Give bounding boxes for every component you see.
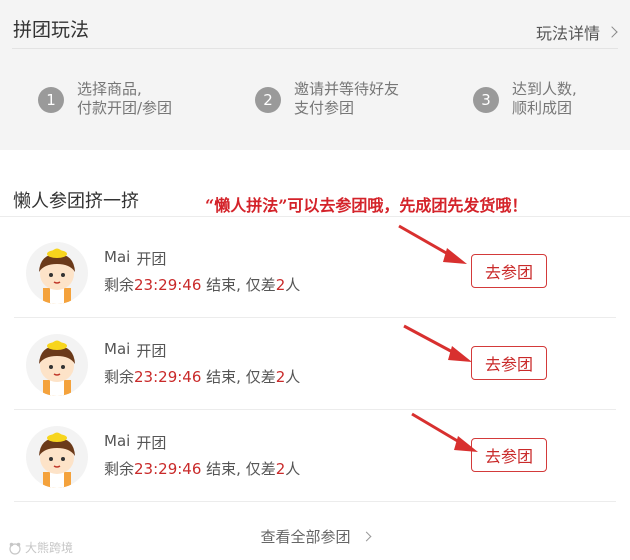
group-leader: Mai 开团 [104, 248, 166, 269]
rules-title: 拼团玩法 [13, 19, 90, 41]
chevron-right-icon [361, 531, 371, 542]
view-all-label: 查看全部参团 [260, 528, 351, 546]
watermark-text: 大熊跨境 [25, 541, 74, 555]
annotation-arrow-icon [403, 324, 472, 362]
join-group-button[interactable]: 去参团 [471, 346, 547, 380]
step-text-line1: 邀请并等待好友 [294, 80, 400, 98]
step-text-line1: 达到人数, [512, 80, 577, 98]
group-row: Mai 开团 剩余23:29:46 结束, 仅差2人 去参团 [0, 226, 630, 318]
status-suffix: 人 [285, 460, 301, 478]
status-middle: 结束, 仅差 [201, 276, 276, 294]
countdown-timer: 23:29:46 [134, 460, 202, 478]
cartoon-boy-avatar-icon [39, 340, 75, 396]
step-text-line1: 选择商品, [77, 80, 142, 98]
group-row: Mai 开团 剩余23:29:46 结束, 仅差2人 去参团 [0, 318, 630, 410]
bear-logo-icon [9, 542, 21, 555]
status-suffix: 人 [285, 368, 301, 386]
cartoon-boy-avatar-icon [39, 248, 75, 304]
step-text-line2: 付款开团/参团 [77, 99, 173, 117]
remaining-count: 2 [275, 368, 286, 386]
group-status: 剩余23:29:46 结束, 仅差2人 [104, 366, 300, 387]
rules-section: 拼团玩法 玩法详情 1 选择商品, 付款开团/参团 2 邀请并等待好友 支付参团… [0, 0, 630, 150]
divider [14, 501, 616, 502]
leader-action: 开团 [136, 434, 167, 452]
watermark: 大熊跨境 [8, 539, 73, 556]
divider [0, 216, 630, 217]
group-leader: Mai 开团 [104, 340, 166, 361]
chevron-right-icon [606, 26, 618, 38]
leader-name: Mai [104, 248, 131, 266]
remaining-count: 2 [275, 460, 286, 478]
rules-details-label: 玩法详情 [535, 24, 600, 43]
leader-action: 开团 [136, 342, 167, 360]
status-prefix: 剩余 [104, 276, 135, 294]
countdown-timer: 23:29:46 [134, 276, 202, 294]
group-row: Mai 开团 剩余23:29:46 结束, 仅差2人 去参团 [0, 410, 630, 502]
status-prefix: 剩余 [104, 460, 135, 478]
group-leader: Mai 开团 [104, 432, 166, 453]
step-number-badge: 3 [473, 87, 499, 113]
step-1: 1 选择商品, 付款开团/参团 [38, 80, 172, 118]
join-group-button[interactable]: 去参团 [471, 254, 547, 288]
step-number-badge: 1 [38, 87, 64, 113]
leader-action: 开团 [136, 250, 167, 268]
avatar [26, 242, 88, 304]
step-2: 2 邀请并等待好友 支付参团 [255, 80, 399, 118]
annotation-arrow-icon [411, 412, 478, 452]
status-middle: 结束, 仅差 [201, 460, 276, 478]
avatar [26, 426, 88, 488]
status-prefix: 剩余 [104, 368, 135, 386]
step-3: 3 达到人数, 顺利成团 [473, 80, 577, 118]
annotation-arrow-icon [398, 224, 467, 264]
step-text-line2: 支付参团 [294, 99, 355, 117]
status-suffix: 人 [285, 276, 301, 294]
cartoon-boy-avatar-icon [39, 432, 75, 488]
group-status: 剩余23:29:46 结束, 仅差2人 [104, 274, 300, 295]
remaining-count: 2 [275, 276, 286, 294]
avatar [26, 334, 88, 396]
leader-name: Mai [104, 432, 131, 450]
countdown-timer: 23:29:46 [134, 368, 202, 386]
step-text-line2: 顺利成团 [512, 99, 573, 117]
lazy-section-title: 懒人参团挤一挤 [13, 191, 139, 212]
lazy-banner-annotation: “懒人拼法”可以去参团哦，先成团先发货哦！ [205, 196, 528, 215]
rules-header: 拼团玩法 玩法详情 [0, 0, 630, 48]
rules-details-link[interactable]: 玩法详情 [535, 20, 618, 44]
status-middle: 结束, 仅差 [201, 368, 276, 386]
divider [12, 48, 618, 49]
step-number-badge: 2 [255, 87, 281, 113]
leader-name: Mai [104, 340, 131, 358]
view-all-groups-link[interactable]: 查看全部参团 [0, 526, 630, 547]
section-separator [0, 150, 630, 166]
group-status: 剩余23:29:46 结束, 仅差2人 [104, 458, 300, 479]
